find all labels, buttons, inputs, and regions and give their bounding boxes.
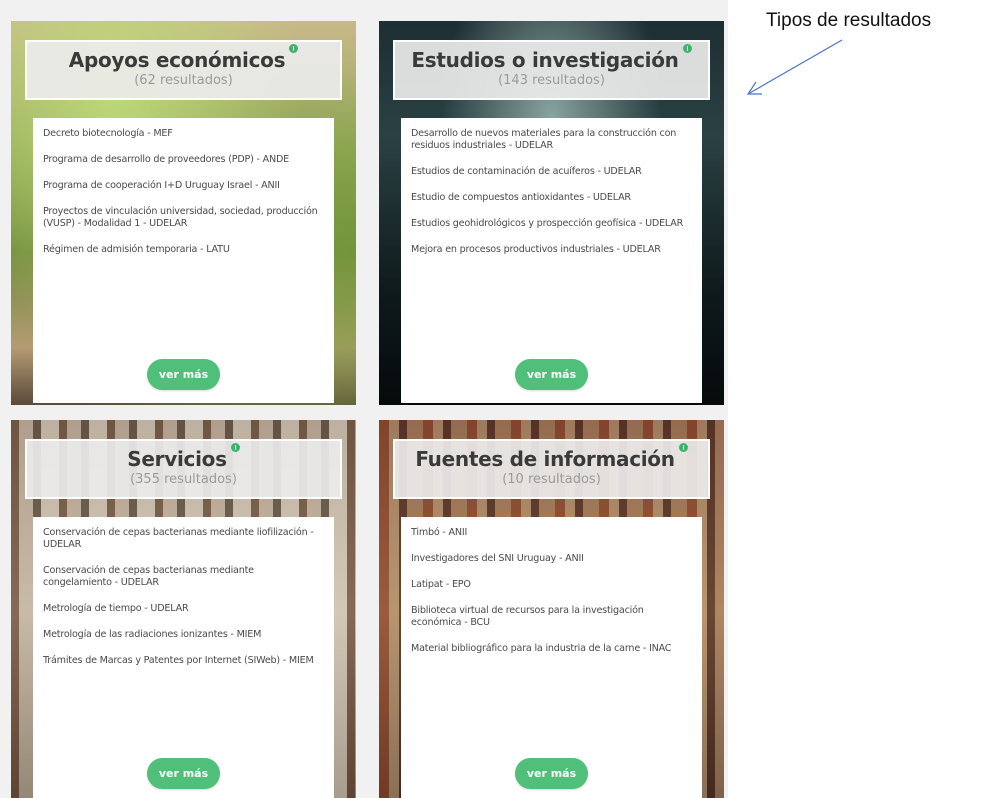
- ver-mas-button[interactable]: ver más: [147, 359, 220, 390]
- card-title: Fuentes de información: [415, 447, 675, 471]
- result-item[interactable]: Timbó - ANII: [411, 527, 692, 539]
- result-item[interactable]: Mejora en procesos productivos industria…: [411, 244, 692, 256]
- result-item[interactable]: Trámites de Marcas y Patentes por Intern…: [43, 655, 324, 667]
- card-header[interactable]: Servicios (355 resultados): [25, 439, 342, 499]
- result-list-panel: Decreto biotecnología - MEF Programa de …: [33, 118, 334, 403]
- result-list: Decreto biotecnología - MEF Programa de …: [33, 118, 334, 256]
- result-item[interactable]: Material bibliográfico para la industria…: [411, 643, 692, 655]
- card-header[interactable]: Estudios o investigación (143 resultados…: [393, 40, 710, 100]
- annotation-arrow-icon: [746, 39, 843, 95]
- ver-mas-button[interactable]: ver más: [515, 758, 588, 789]
- result-count: (10 resultados): [502, 472, 601, 487]
- annotation-label: Tipos de resultados: [766, 10, 932, 31]
- info-icon[interactable]: [230, 443, 240, 452]
- results-screen: Apoyos económicos (62 resultados) Decret…: [0, 0, 982, 798]
- card-title: Apoyos económicos: [68, 48, 286, 72]
- result-list-panel: Timbó - ANII Investigadores del SNI Urug…: [401, 517, 702, 798]
- result-item[interactable]: Decreto biotecnología - MEF: [43, 128, 324, 140]
- card-fuentes-informacion: Fuentes de información (10 resultados) T…: [379, 420, 724, 798]
- result-list: Timbó - ANII Investigadores del SNI Urug…: [401, 517, 702, 655]
- result-list-panel: Desarrollo de nuevos materiales para la …: [401, 118, 702, 403]
- info-icon[interactable]: [289, 44, 299, 53]
- result-count: (355 resultados): [130, 472, 237, 487]
- info-icon[interactable]: [682, 44, 692, 53]
- card-title: Servicios: [127, 447, 227, 471]
- result-item[interactable]: Estudios de contaminación de acuíferos -…: [411, 166, 692, 178]
- card-title: Estudios o investigación: [411, 48, 679, 72]
- result-count: (143 resultados): [498, 73, 605, 88]
- result-item[interactable]: Latipat - EPO: [411, 579, 692, 591]
- result-item[interactable]: Investigadores del SNI Uruguay - ANII: [411, 553, 692, 565]
- result-list: Conservación de cepas bacterianas median…: [33, 517, 334, 667]
- card-header[interactable]: Fuentes de información (10 resultados): [393, 439, 710, 499]
- card-estudios-investigacion: Estudios o investigación (143 resultados…: [379, 21, 724, 405]
- result-count: (62 resultados): [134, 73, 233, 88]
- result-list-panel: Conservación de cepas bacterianas median…: [33, 517, 334, 798]
- result-list: Desarrollo de nuevos materiales para la …: [401, 118, 702, 256]
- info-icon[interactable]: [678, 443, 688, 452]
- result-item[interactable]: Conservación de cepas bacterianas median…: [43, 527, 324, 551]
- result-item[interactable]: Programa de desarrollo de proveedores (P…: [43, 154, 324, 166]
- result-item[interactable]: Metrología de tiempo - UDELAR: [43, 603, 324, 615]
- result-item[interactable]: Conservación de cepas bacterianas median…: [43, 565, 324, 589]
- result-item[interactable]: Proyectos de vinculación universidad, so…: [43, 206, 324, 230]
- card-header[interactable]: Apoyos económicos (62 resultados): [25, 40, 342, 100]
- result-item[interactable]: Estudios geohidrológicos y prospección g…: [411, 218, 692, 230]
- ver-mas-button[interactable]: ver más: [147, 758, 220, 789]
- card-servicios: Servicios (355 resultados) Conservación …: [11, 420, 356, 798]
- result-item[interactable]: Régimen de admisión temporaria - LATU: [43, 244, 324, 256]
- result-item[interactable]: Desarrollo de nuevos materiales para la …: [411, 128, 692, 152]
- result-item[interactable]: Estudio de compuestos antioxidantes - UD…: [411, 192, 692, 204]
- result-item[interactable]: Metrología de las radiaciones ionizantes…: [43, 629, 324, 641]
- card-apoyos-economicos: Apoyos económicos (62 resultados) Decret…: [11, 21, 356, 405]
- ver-mas-button[interactable]: ver más: [515, 359, 588, 390]
- result-item[interactable]: Biblioteca virtual de recursos para la i…: [411, 605, 692, 629]
- result-item[interactable]: Programa de cooperación I+D Uruguay Isra…: [43, 180, 324, 192]
